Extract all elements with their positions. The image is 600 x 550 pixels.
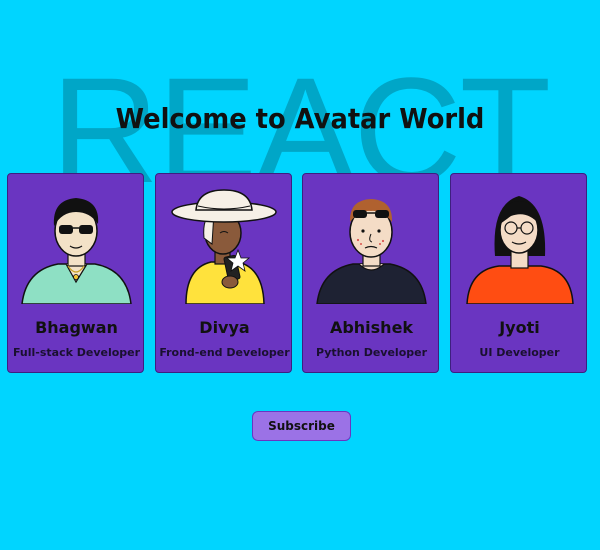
card-name: Jyoti xyxy=(499,318,540,337)
avatar-abhishek xyxy=(316,199,427,304)
avatar-card-divya[interactable]: Divya Frond-end Developer xyxy=(155,173,292,373)
avatar-bhagwan xyxy=(21,198,132,304)
page-title: Welcome to Avatar World xyxy=(115,102,485,135)
avatar-card-abhishek[interactable]: Abhishek Python Developer xyxy=(302,173,439,373)
subscribe-button[interactable]: Subscribe xyxy=(252,411,351,441)
avatar-divya xyxy=(171,189,277,304)
avatar-cards: Bhagwan Full-stack Developer Divya Frond… xyxy=(7,173,595,375)
card-role: Python Developer xyxy=(315,346,428,359)
card-role: Frond-end Developer xyxy=(159,346,290,359)
card-name: Abhishek xyxy=(329,318,414,337)
avatar-card-bhagwan[interactable]: Bhagwan Full-stack Developer xyxy=(7,173,144,373)
card-role: Full-stack Developer xyxy=(12,346,141,359)
avatar-card-jyoti[interactable]: Jyoti UI Developer xyxy=(450,173,587,373)
card-role: UI Developer xyxy=(479,346,560,359)
avatar-jyoti xyxy=(466,196,574,304)
card-name: Divya xyxy=(199,318,250,337)
card-name: Bhagwan xyxy=(35,318,118,337)
